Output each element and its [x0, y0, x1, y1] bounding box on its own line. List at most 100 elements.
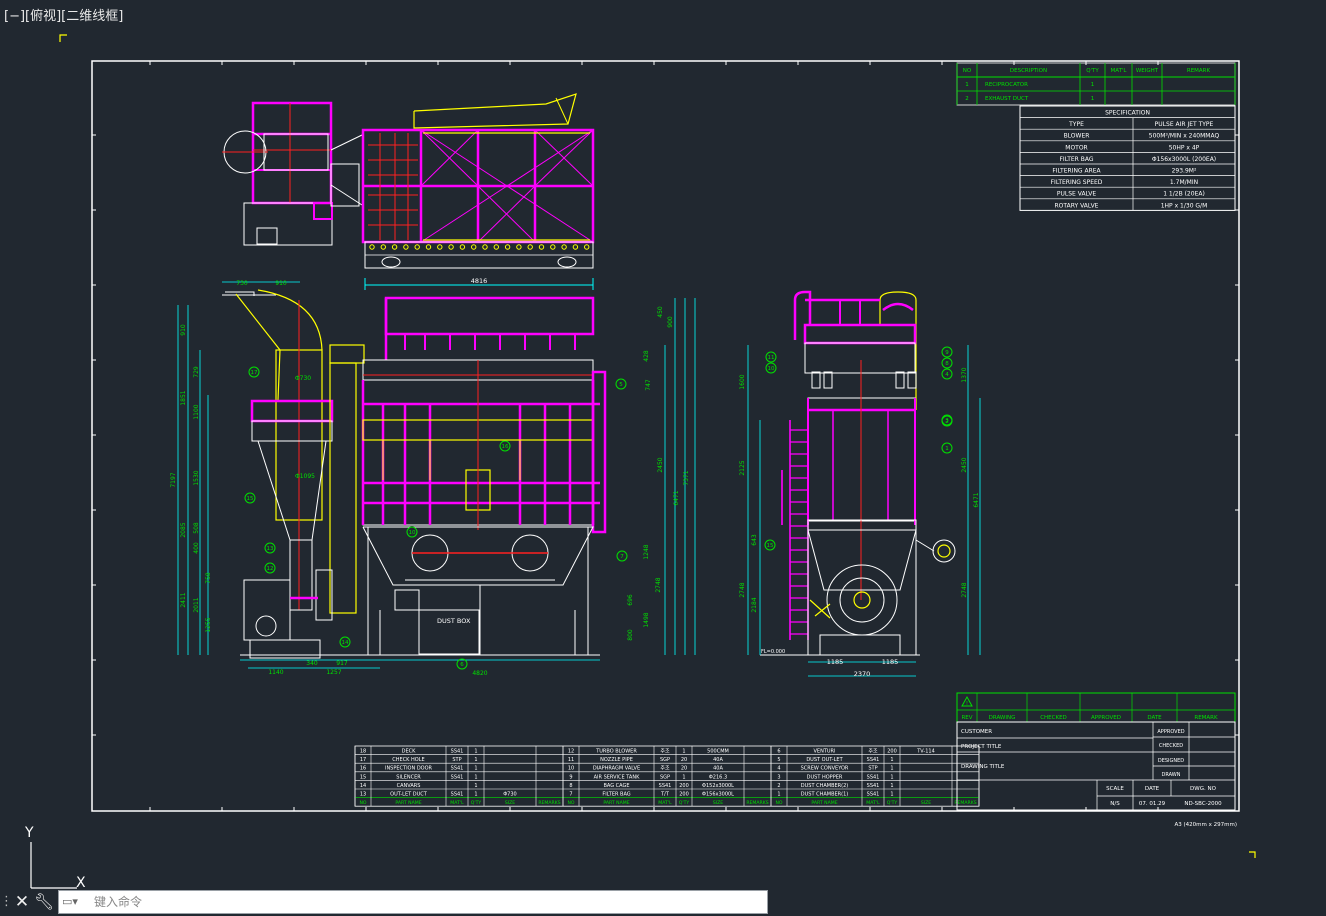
parts-list-cell: 3	[777, 774, 780, 780]
parts-list-cell: SS41	[451, 792, 464, 798]
spec-label: FILTERING AREA	[1052, 168, 1101, 175]
parts-list-cell: DUST OUT-LET	[806, 757, 843, 763]
front-right-dimension: 2748	[655, 577, 662, 592]
parts-list-cell: 1	[474, 792, 477, 798]
parts-list-cell: 15	[360, 774, 366, 780]
checked-label: CHECKED	[1159, 743, 1183, 749]
command-input[interactable]	[94, 891, 754, 913]
nozzle	[448, 244, 454, 250]
customer-label: CUSTOMER	[961, 729, 992, 735]
parts-list-cell: STP	[452, 757, 461, 763]
side-right-dimension: 1370	[961, 367, 968, 382]
drawing-title-label: DRAWING TITLE	[961, 764, 1005, 770]
side-view-dimensions: 1600 2125 643 2748 2184 1370 2450 6471 2748 1185 1…	[739, 345, 981, 678]
nozzle	[493, 244, 499, 250]
drawing-canvas[interactable]: 4816 91018517197729110015302085 50840075…	[0, 0, 1326, 916]
nozzle	[482, 244, 488, 250]
side-left-dimension: 643	[751, 534, 758, 546]
revision-symbol: !	[966, 701, 968, 707]
part-balloon-number: 15	[247, 496, 254, 502]
part-balloon-number: 11	[768, 355, 775, 361]
front-vertical-dimension: 2011	[193, 597, 200, 612]
parts-list-cell: INSPECTION DOOR	[385, 766, 433, 772]
approved-label: APPROVED	[1157, 729, 1184, 735]
front-vertical-dimension: 910	[180, 324, 187, 336]
close-icon[interactable]: ✕	[12, 889, 32, 915]
parts-list-header: REMARKS	[538, 800, 560, 806]
front-view-dimensions: 910 1851 7197 729 1100 1530 2085 508 400 758 2411 2…	[170, 280, 696, 677]
parts-list-cell: 1	[890, 783, 893, 789]
parts-list-cell: 12	[568, 749, 574, 755]
front-right-dimension: 450	[657, 306, 664, 318]
nozzle	[437, 244, 443, 250]
part-balloon-number: 13	[267, 546, 274, 552]
parts-list-cell: SGP	[660, 757, 670, 763]
title-block: CUSTOMER PROJECT TITLE DRAWING TITLE APPROV…	[956, 721, 1236, 811]
parts-list-cell: Φ152x3000L	[702, 783, 734, 789]
parts-list-cell: 200	[679, 783, 689, 789]
side-bottom-dimension: 1185	[882, 658, 899, 666]
parts-list-cell: NOZZLE PIPE	[600, 757, 633, 763]
parts-list-cell: CANVARS	[397, 783, 421, 789]
part-balloon-number: 7	[620, 554, 624, 560]
parts-list-header: MAT'L	[450, 800, 464, 806]
parts-list-header: Q'TY	[887, 800, 898, 806]
side-right-dimension: 6471	[973, 492, 980, 507]
front-right-dimension: 1248	[643, 544, 650, 559]
spec-label: FILTER BAG	[1059, 156, 1093, 163]
wrench-icon[interactable]: 🔧︎	[33, 889, 55, 915]
spec-value: 1 1/2B (20EA)	[1163, 191, 1205, 198]
spec-label: MOTOR	[1065, 144, 1087, 151]
parts-list-cell: 1	[890, 792, 893, 798]
parts-list-cell: 40A	[713, 757, 723, 763]
parts-list-cell: 5	[777, 757, 780, 763]
top-parts-table: NO DESCRIPTION Q'TY MAT'L WEIGHT REMARK 1 RECIP…	[956, 62, 1236, 106]
top-view-nozzles	[369, 244, 590, 250]
parts-list-cell: 500CMM	[707, 749, 729, 755]
parts-list-cell: SS41	[867, 792, 880, 798]
part-balloon-number: 5	[619, 382, 623, 388]
front-bottom-dimension: 340	[306, 660, 318, 667]
parts-list-cell: TURBO BLOWER	[595, 749, 637, 755]
spec-label: ROTARY VALVE	[1055, 202, 1099, 209]
spec-label: BLOWER	[1064, 133, 1090, 140]
parts-list-cell: 1	[890, 757, 893, 763]
front-vertical-dimension: 400	[193, 542, 200, 554]
parts-list-cell: 13	[360, 792, 366, 798]
nozzle	[572, 244, 579, 250]
nozzle	[380, 244, 386, 250]
parts-list-cell: 1	[474, 783, 477, 789]
parts-list-cell: 16	[360, 766, 366, 772]
spec-value: 50HP x 4P	[1169, 144, 1200, 151]
parts-list-cell: 7	[569, 792, 572, 798]
parts-list-cell: 10	[568, 766, 574, 772]
side-left-dimension: 1600	[739, 374, 746, 389]
front-vertical-dimension: 1851	[180, 390, 187, 405]
part-balloon-number: 10	[409, 530, 416, 536]
front-right-dimension: 7371	[683, 470, 690, 485]
ucs-icon	[30, 842, 77, 889]
parts-list-cell: 1	[474, 757, 477, 763]
dwg-no-value: ND-SBC-2000	[1184, 801, 1222, 807]
parts-list-cell: CHECK HOLE	[392, 757, 424, 763]
parts-list-cell: 200	[887, 749, 897, 755]
command-prompt-icon[interactable]: ▭▾	[62, 895, 82, 909]
front-right-dimension: 800	[627, 629, 634, 641]
part-balloon-number: 4	[945, 372, 949, 378]
parts-list-cell: 14	[360, 783, 366, 789]
parts-list-header: NO	[567, 800, 574, 806]
nozzle	[504, 244, 511, 250]
table-header: MAT'L	[1110, 68, 1127, 74]
nozzle	[538, 244, 545, 250]
parts-list-cell: AIR SERVICE TANK	[594, 774, 640, 780]
command-line-grip[interactable]: ⋮	[0, 890, 13, 914]
nozzle	[471, 244, 477, 250]
top-width-dimension: 4816	[471, 277, 488, 285]
side-right-dimension: 2748	[961, 582, 968, 597]
top-view	[222, 93, 595, 290]
command-line[interactable]: ▭▾	[58, 890, 768, 914]
part-balloon-number: 6	[460, 662, 464, 668]
front-bottom-dimension: 4820	[472, 670, 487, 677]
spec-title: SPECIFICATION	[1105, 110, 1150, 117]
parts-list-cell: SS41	[867, 774, 880, 780]
